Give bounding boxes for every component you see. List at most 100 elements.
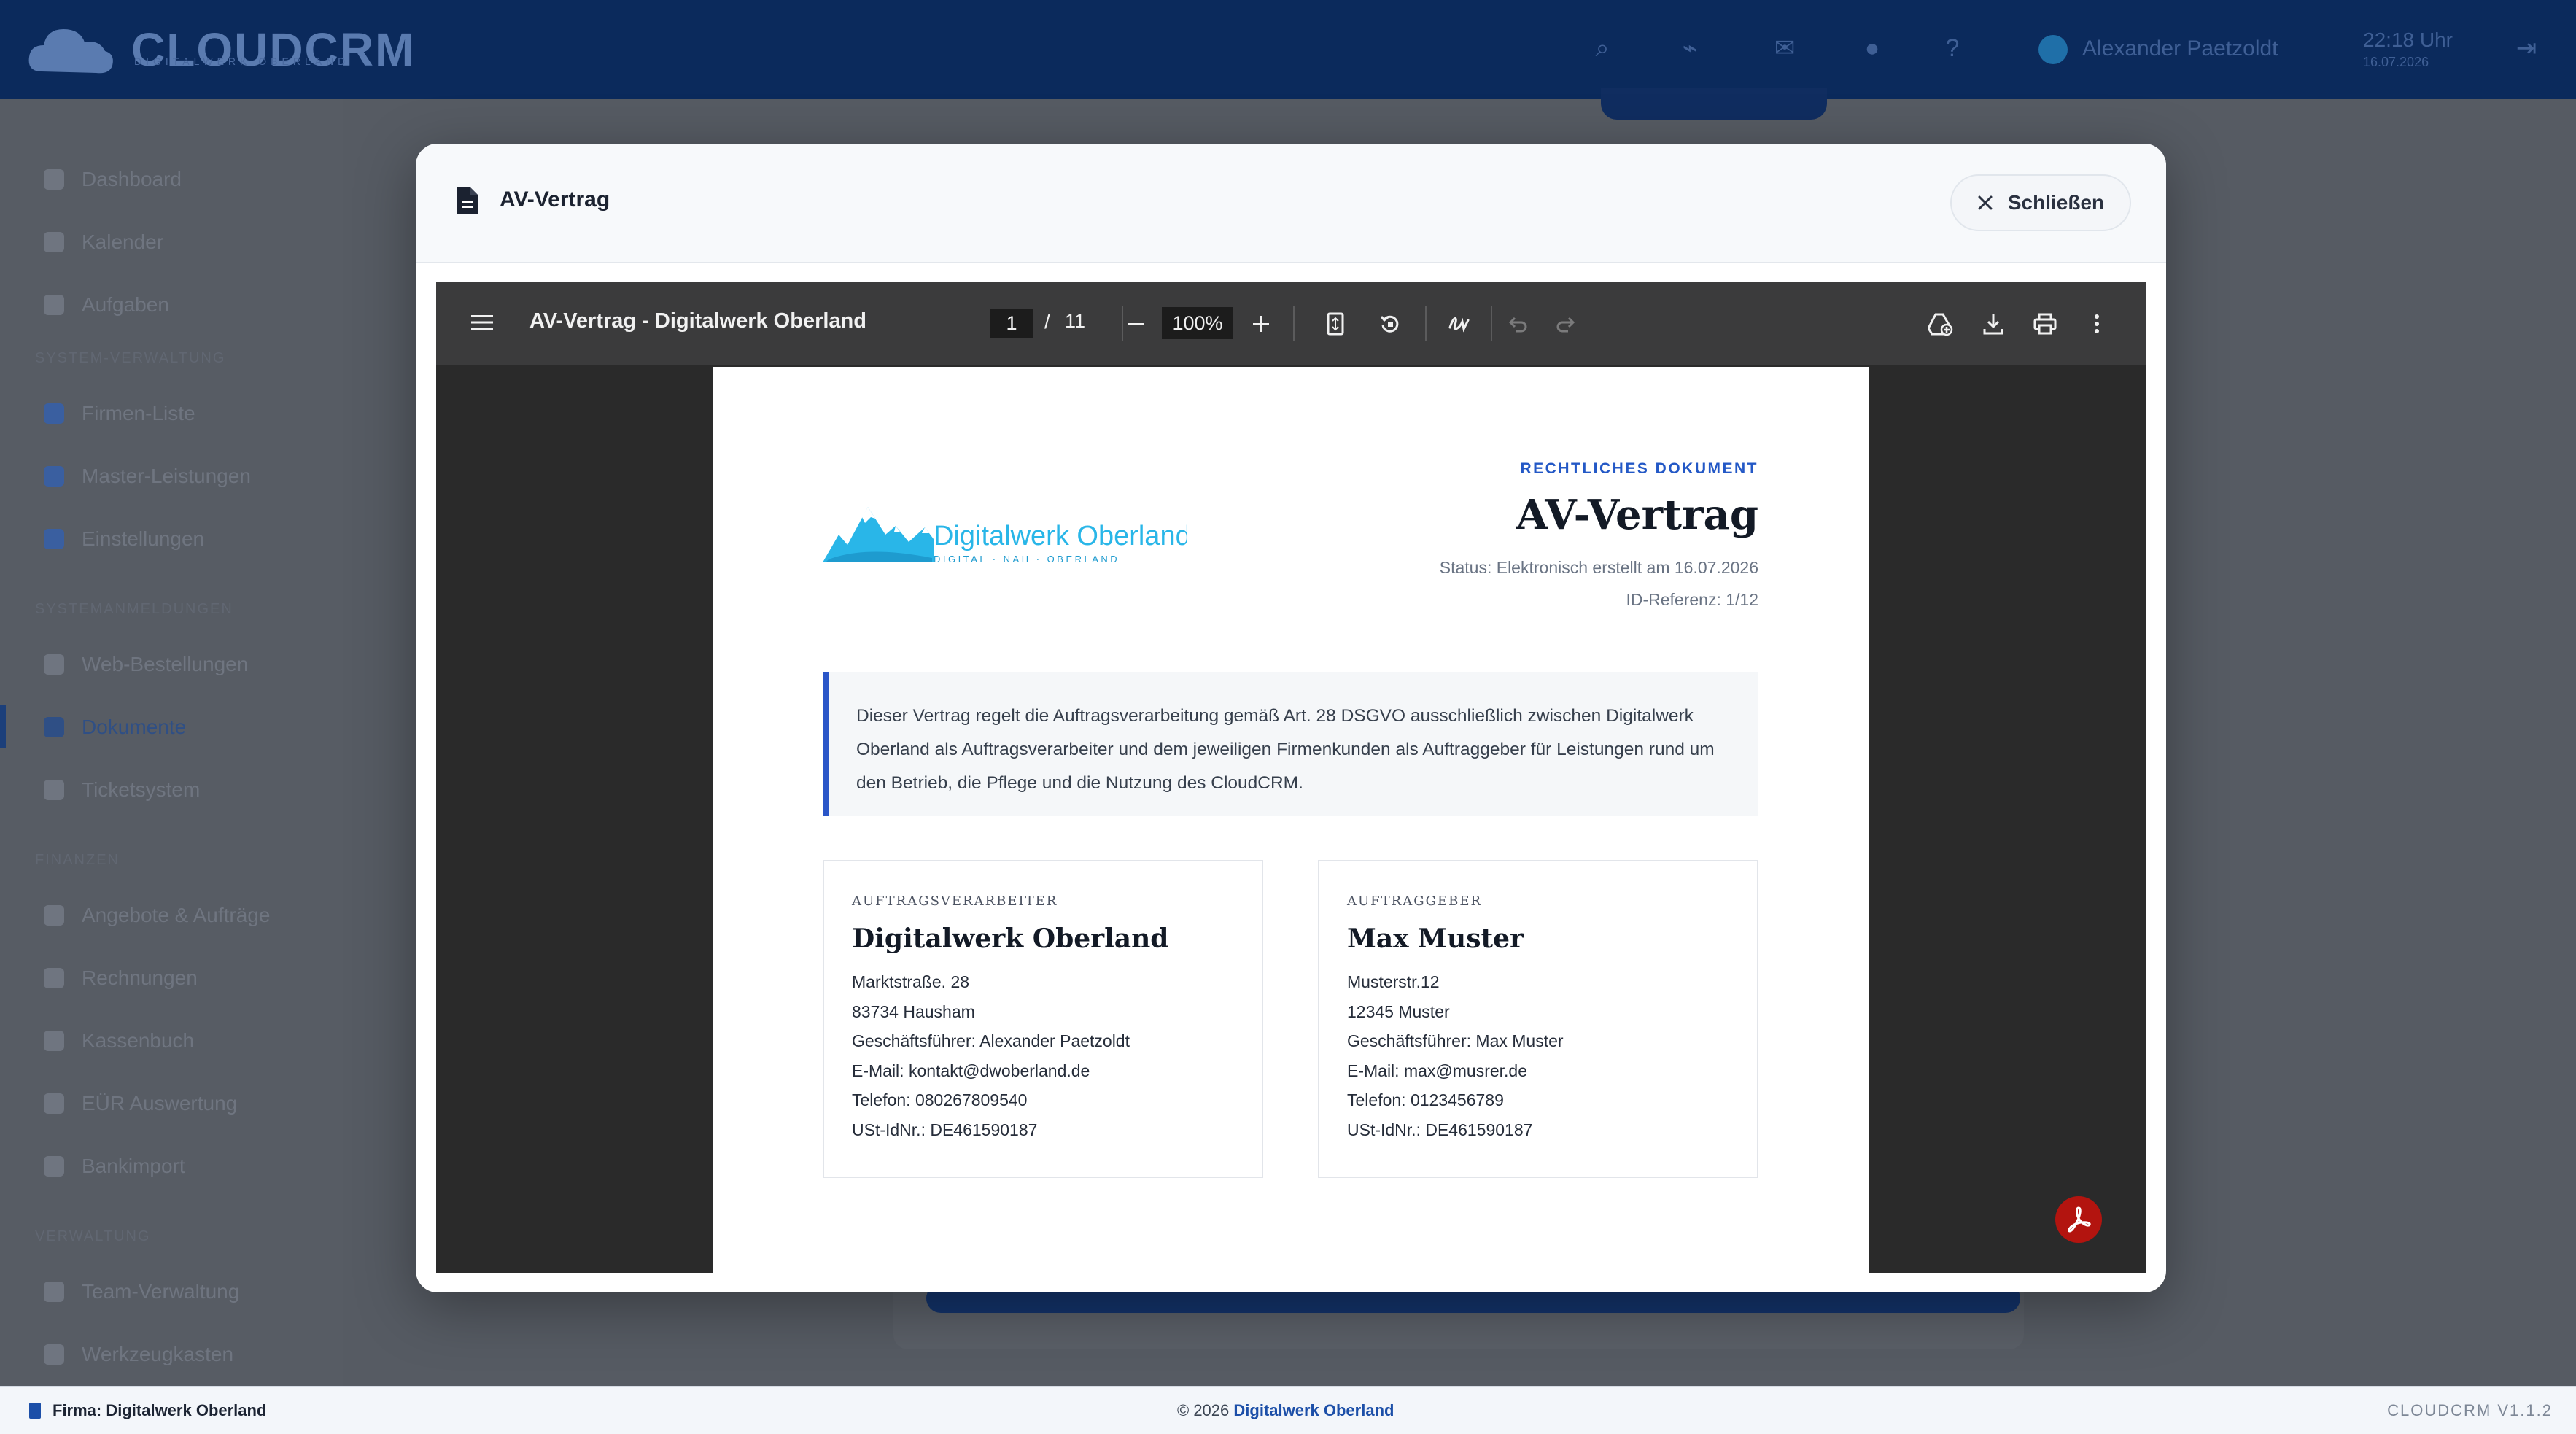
sidebar-section-heading[interactable]: VERWALTUNG (35, 1228, 327, 1250)
modal-title: AV-Vertrag (500, 187, 610, 212)
close-icon (1978, 195, 1993, 210)
bank-icon (44, 1156, 64, 1177)
fit-page-icon (1327, 312, 1344, 336)
annotate-button[interactable] (1443, 308, 1475, 340)
document-intro-note: Dieser Vertrag regelt die Auftragsverarb… (823, 672, 1758, 816)
party-street: Musterstr.12 (1347, 972, 1440, 991)
party-role: AUFTRAGGEBER (1347, 894, 1483, 909)
tasks-icon (44, 295, 64, 315)
processor-card: AUFTRAGSVERARBEITER Digitalwerk Oberland… (823, 860, 1263, 1178)
sidebar-section-heading[interactable]: SYSTEM-VERWALTUNG (35, 350, 327, 372)
document-icon (457, 187, 478, 214)
toolbar-divider (1293, 306, 1295, 341)
folder-icon (44, 717, 64, 737)
sidebar-section-heading[interactable]: FINANZEN (35, 852, 327, 874)
party-details: Musterstr.12 12345 Muster Geschäftsführe… (1347, 967, 1728, 1144)
sidebar-section-heading[interactable]: SYSTEMANMELDUNGEN (35, 601, 327, 623)
party-name: Max Muster (1347, 923, 1524, 954)
user-avatar[interactable] (2038, 35, 2068, 64)
sidebar-item-documents[interactable]: Dokumente (44, 709, 186, 745)
sidebar: Dashboard Kalender Aufgaben SYSTEM-VERWA… (0, 99, 343, 1387)
help-icon[interactable]: ? (1936, 32, 1968, 64)
sidebar-item-cashbook[interactable]: Kassenbuch (44, 1023, 194, 1059)
party-manager: Geschäftsführer: Alexander Paetzoldt (852, 1031, 1130, 1050)
drive-button[interactable] (1925, 308, 1957, 340)
signature-icon (1448, 317, 1470, 333)
page-total: 11 (1065, 310, 1086, 332)
document-title: AV-Vertrag (1516, 491, 1758, 539)
more-options-button[interactable] (2081, 308, 2113, 340)
acrobat-icon[interactable] (2055, 1196, 2102, 1243)
print-button[interactable] (2029, 308, 2061, 340)
background-tab-indicator (1601, 88, 1827, 120)
building-icon (29, 1403, 41, 1419)
bell-icon[interactable]: ● (1856, 32, 1888, 64)
sidebar-item-label: Einstellungen (82, 527, 205, 550)
file-icon (44, 905, 64, 926)
document-reference: ID-Referenz: 1/12 (1626, 590, 1758, 609)
sidebar-item-label: Aufgaben (82, 293, 169, 316)
sidebar-item-tasks[interactable]: Aufgaben (44, 287, 169, 323)
close-button[interactable]: Schließen (1950, 174, 2131, 231)
logo-tagline: DIGITAL · NAH · OBERLAND (934, 554, 1120, 565)
party-manager: Geschäftsführer: Max Muster (1347, 1031, 1564, 1050)
sidebar-item-toolbox[interactable]: Werkzeugkasten (44, 1336, 233, 1373)
fit-page-button[interactable] (1319, 308, 1351, 340)
copyright-company-link[interactable]: Digitalwerk Oberland (1233, 1401, 1394, 1419)
cashbox-icon (44, 1031, 64, 1051)
sidebar-item-eur-report[interactable]: EÜR Auswertung (44, 1085, 237, 1122)
redo-icon (1556, 317, 1575, 333)
cart-icon (44, 654, 64, 675)
sidebar-item-companies[interactable]: Firmen-Liste (44, 395, 195, 432)
clock: 22:18 Uhr 16.07.2026 (2363, 29, 2453, 73)
redo-button[interactable] (1549, 308, 1581, 340)
calendar-icon (44, 232, 64, 252)
drive-add-icon (1928, 313, 1953, 336)
sidebar-item-dashboard[interactable]: Dashboard (44, 161, 182, 198)
page-separator: / (1044, 310, 1050, 333)
zoom-out-button[interactable] (1120, 308, 1152, 340)
gear-icon (44, 529, 64, 549)
minus-icon (1128, 323, 1144, 325)
download-button[interactable] (1977, 308, 2009, 340)
pdf-viewer[interactable]: AV-Vertrag - Digitalwerk Oberland / 11 (436, 282, 2146, 1273)
party-email: E-Mail: max@musrer.de (1347, 1061, 1528, 1080)
chart-icon[interactable]: ⌁ (1674, 32, 1706, 64)
footer-company: Firma: Digitalwerk Oberland (29, 1401, 266, 1420)
zoom-in-button[interactable] (1245, 308, 1277, 340)
search-icon[interactable]: ⌕ (1586, 32, 1618, 64)
user-name[interactable]: Alexander Paetzoldt (2082, 36, 2278, 61)
sidebar-item-master-services[interactable]: Master-Leistungen (44, 458, 251, 495)
document-kicker: RECHTLICHES DOKUMENT (1520, 460, 1758, 477)
sidebar-item-offers-orders[interactable]: Angebote & Aufträge (44, 897, 270, 934)
brand-logo[interactable]: CLOUDCRM (23, 13, 415, 86)
sidebar-item-team[interactable]: Team-Verwaltung (44, 1274, 239, 1310)
undo-button[interactable] (1502, 308, 1535, 340)
rotate-button[interactable] (1374, 308, 1406, 340)
party-vat: USt-IdNr.: DE461590187 (852, 1120, 1038, 1139)
sidebar-item-calendar[interactable]: Kalender (44, 224, 163, 260)
footer-copyright: © 2026 Digitalwerk Oberland (1177, 1401, 1394, 1420)
sidebar-item-settings[interactable]: Einstellungen (44, 521, 204, 557)
list-icon (44, 466, 64, 487)
sidebar-item-invoices[interactable]: Rechnungen (44, 960, 198, 996)
users-icon (44, 1282, 64, 1302)
page-number-input[interactable] (990, 309, 1033, 338)
zoom-level-input[interactable] (1162, 307, 1233, 339)
footer: Firma: Digitalwerk Oberland © 2026 Digit… (0, 1386, 2576, 1434)
brand-name: CLOUDCRM (131, 23, 416, 76)
close-button-label: Schließen (2007, 191, 2105, 214)
sidebar-item-label: Kalender (82, 230, 164, 253)
copyright-year: © 2026 (1177, 1401, 1230, 1419)
document-status: Status: Elektronisch erstellt am 16.07.2… (1439, 558, 1758, 577)
sidebar-item-tickets[interactable]: Ticketsystem (44, 772, 200, 808)
mail-icon[interactable]: ✉ (1769, 32, 1801, 64)
sidebar-item-web-orders[interactable]: Web-Bestellungen (44, 646, 248, 683)
sidebar-item-bank-import[interactable]: Bankimport (44, 1148, 185, 1185)
sidebar-item-label: Team-Verwaltung (82, 1280, 240, 1303)
party-street: Marktstraße. 28 (852, 972, 970, 991)
logout-icon[interactable]: ⇥ (2510, 32, 2542, 64)
menu-icon[interactable] (471, 313, 493, 332)
pdf-logo-icon (2068, 1206, 2091, 1233)
pdf-file-title: AV-Vertrag - Digitalwerk Oberland (529, 309, 866, 333)
